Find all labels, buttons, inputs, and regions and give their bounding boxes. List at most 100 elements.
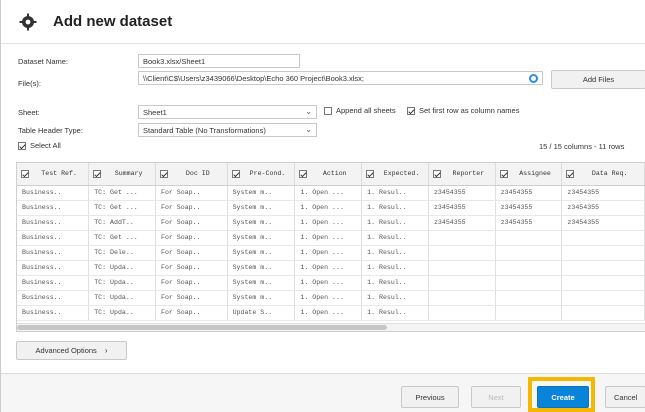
table-cell: System m.. bbox=[227, 275, 296, 291]
table-cell: 1. Resul.. bbox=[361, 185, 429, 201]
table-cell: 1. Resul.. bbox=[361, 230, 429, 246]
column-header[interactable]: Action bbox=[294, 163, 363, 186]
append-all-sheets-checkbox[interactable]: Append all sheets bbox=[324, 106, 396, 115]
chevron-down-icon: ⌄ bbox=[305, 107, 312, 116]
table-row: Business.. TC: Upda.. For Soap.. System m..… bbox=[17, 290, 645, 306]
table-row: Business.. TC: Upda.. For Soap.. System m..… bbox=[17, 275, 645, 291]
table-row: Business.. TC: Upda.. For Soap.. Update S..… bbox=[17, 305, 645, 321]
column-header[interactable]: Data Req. bbox=[561, 163, 645, 186]
table-cell: TC: AddT.. bbox=[88, 215, 156, 231]
table-cell bbox=[561, 230, 645, 246]
table-cell: 1. Resul.. bbox=[361, 290, 429, 306]
chevron-down-icon: ⌄ bbox=[305, 125, 312, 134]
table-cell: 1. Resul.. bbox=[361, 215, 429, 231]
table-cell: TC: Upda.. bbox=[88, 305, 156, 321]
column-checkbox[interactable] bbox=[159, 169, 168, 178]
select-all-checkbox[interactable]: Select All bbox=[18, 141, 61, 150]
column-header[interactable]: Pre-Cond. bbox=[227, 163, 296, 186]
table-cell: z3454355 bbox=[561, 200, 645, 216]
table-cell bbox=[495, 245, 563, 261]
table-cell: z3454355 bbox=[428, 185, 496, 201]
files-input[interactable]: \\Client\C$\Users\z3439066\Desktop\Echo … bbox=[138, 71, 543, 85]
table-row: Business.. TC: Get ... For Soap.. System m.… bbox=[17, 200, 645, 216]
column-checkbox[interactable] bbox=[231, 169, 240, 178]
column-checkbox[interactable] bbox=[21, 169, 29, 178]
table-cell: z3454355 bbox=[428, 215, 496, 231]
add-files-button[interactable]: Add Files bbox=[551, 70, 645, 89]
table-cell: z3454355 bbox=[495, 185, 563, 201]
column-header-label: Reporter bbox=[452, 170, 485, 178]
table-cell: Business.. bbox=[17, 305, 90, 321]
table-cell: System m.. bbox=[227, 215, 296, 231]
table-row: Business.. TC: Get ... For Soap.. System m.… bbox=[17, 185, 645, 201]
dataset-name-input[interactable]: Book3.xlsx/Sheet1 bbox=[138, 54, 300, 68]
table-cell bbox=[428, 230, 496, 246]
column-header-label: Doc ID bbox=[185, 170, 210, 178]
column-checkbox[interactable] bbox=[366, 169, 375, 178]
column-header-label: Test Ref. bbox=[41, 170, 77, 178]
horizontal-scrollbar-thumb[interactable] bbox=[17, 325, 387, 330]
first-row-column-names-checkbox[interactable]: Set first row as column names bbox=[407, 106, 519, 115]
table-cell: For Soap.. bbox=[155, 275, 228, 291]
column-checkbox[interactable] bbox=[499, 169, 508, 178]
table-cell: Update S.. bbox=[227, 305, 296, 321]
table-cell: Business.. bbox=[17, 245, 90, 261]
table-cell: 1. Open ... bbox=[294, 275, 363, 291]
files-label: File(s): bbox=[18, 79, 41, 88]
table-row: Business.. TC: AddT.. For Soap.. System m..… bbox=[17, 215, 645, 231]
header-type-select[interactable]: Standard Table (No Transformations) ⌄ bbox=[138, 123, 317, 137]
table-cell: z3454355 bbox=[428, 200, 496, 216]
horizontal-scrollbar[interactable] bbox=[17, 323, 645, 331]
table-cell bbox=[495, 305, 563, 321]
sheet-select[interactable]: Sheet1 ⌄ bbox=[138, 105, 317, 119]
column-checkbox[interactable] bbox=[432, 169, 441, 178]
column-checkbox[interactable] bbox=[299, 169, 308, 178]
dataset-name-label: Dataset Name: bbox=[18, 57, 69, 66]
column-header-label: Action bbox=[322, 170, 347, 178]
create-button[interactable]: Create bbox=[537, 386, 589, 408]
table-cell: Business.. bbox=[17, 275, 90, 291]
clear-files-icon[interactable] bbox=[529, 74, 538, 83]
table-cell bbox=[428, 275, 496, 291]
previous-button[interactable]: Previous bbox=[401, 386, 459, 408]
column-header-label: Expected. bbox=[383, 170, 420, 178]
first-row-checkbox-box[interactable] bbox=[407, 106, 415, 115]
table-row: Business.. TC: Dele.. For Soap.. System m..… bbox=[17, 245, 645, 261]
column-header[interactable]: Summary bbox=[88, 163, 156, 186]
table-cell: z3454355 bbox=[561, 185, 645, 201]
append-all-sheets-label: Append all sheets bbox=[336, 106, 396, 115]
table-cell bbox=[561, 260, 645, 276]
first-row-label: Set first row as column names bbox=[419, 106, 520, 115]
column-header[interactable]: Reporter bbox=[428, 163, 496, 186]
table-cell: 1. Resul.. bbox=[361, 305, 429, 321]
table-cell bbox=[561, 275, 645, 291]
column-header[interactable]: Expected. bbox=[361, 163, 429, 186]
column-header[interactable]: Test Ref. bbox=[17, 163, 90, 186]
table-cell: z3454355 bbox=[495, 200, 563, 216]
table-cell: 1. Open ... bbox=[294, 260, 363, 276]
table-cell: TC: Upda.. bbox=[88, 290, 156, 306]
column-header[interactable]: Doc ID bbox=[155, 163, 228, 186]
header-type-select-value: Standard Table (No Transformations) bbox=[143, 126, 266, 135]
column-checkbox[interactable] bbox=[566, 169, 575, 178]
table-cell: For Soap.. bbox=[155, 245, 228, 261]
column-header-label: Assignee bbox=[519, 170, 551, 178]
column-checkbox[interactable] bbox=[93, 169, 102, 178]
table-cell: TC: Dele.. bbox=[88, 245, 156, 261]
append-checkbox-box[interactable] bbox=[324, 106, 332, 115]
next-button[interactable]: Next bbox=[471, 386, 521, 408]
column-header[interactable]: Assignee bbox=[495, 163, 563, 186]
column-header-label: Pre-Cond. bbox=[249, 170, 286, 178]
table-cell: 1. Open ... bbox=[294, 245, 363, 261]
table-cell: Business.. bbox=[17, 185, 90, 201]
table-cell: System m.. bbox=[227, 200, 296, 216]
add-dataset-dialog: Add new dataset Dataset Name: Book3.xlsx… bbox=[0, 0, 645, 412]
cancel-button[interactable]: Cancel bbox=[605, 386, 645, 408]
advanced-options-label: Advanced Options bbox=[35, 346, 97, 355]
table-cell: z3454355 bbox=[495, 215, 563, 231]
table-cell bbox=[495, 275, 563, 291]
advanced-options-button[interactable]: Advanced Options › bbox=[16, 341, 127, 360]
table-cell: For Soap.. bbox=[155, 185, 228, 201]
column-header-label: Data Req. bbox=[591, 170, 628, 178]
select-all-checkbox-box[interactable] bbox=[18, 141, 26, 150]
